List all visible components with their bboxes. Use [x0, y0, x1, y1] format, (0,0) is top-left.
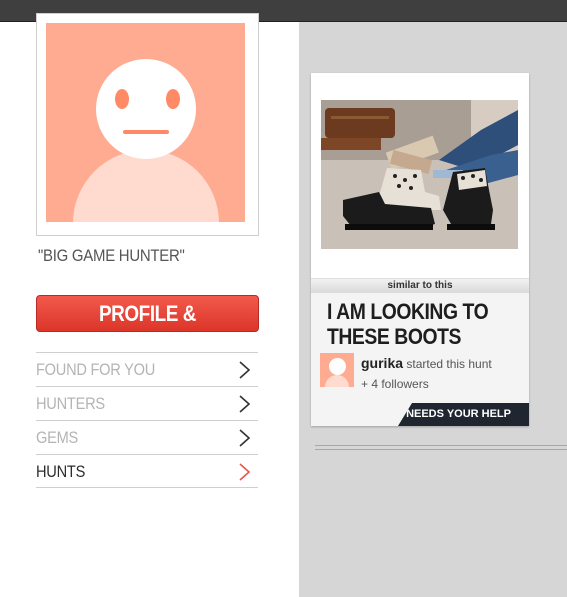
hunt-photo[interactable]: [321, 100, 518, 249]
profile-avatar[interactable]: [36, 13, 259, 236]
nav-item-label: GEMS: [36, 428, 79, 447]
avatar-head: [96, 59, 196, 159]
avatar-body: [73, 150, 219, 222]
username: "BIG GAME HUNTER": [38, 246, 185, 265]
chevron-right-icon: [239, 395, 251, 413]
hunter-avatar[interactable]: [320, 353, 354, 387]
profile-settings-button[interactable]: PROFILE & SETTINGS: [36, 295, 259, 361]
hunter-action: started this hunt: [406, 357, 492, 371]
divider: [315, 445, 567, 446]
nav-item-found-for-you[interactable]: FOUND FOR YOU: [36, 352, 258, 386]
followers-count[interactable]: + 4 followers: [361, 377, 429, 391]
divider: [315, 449, 567, 450]
hunter-avatar-body: [325, 375, 349, 387]
hunt-card-body: I AM LOOKING TO THESE BOOTS gurika start…: [311, 293, 529, 426]
avatar-right-eye: [166, 89, 180, 109]
needs-your-help-button[interactable]: NEEDS YOUR HELP: [398, 403, 529, 426]
similar-to-this-label: similar to this: [311, 278, 529, 293]
nav-item-label: HUNTERS: [36, 394, 105, 413]
chevron-right-icon: [239, 463, 251, 481]
hunter-avatar-head: [329, 358, 346, 375]
hunt-title[interactable]: I AM LOOKING TO THESE BOOTS: [327, 299, 494, 349]
avatar-image: [46, 23, 245, 222]
boots-image: [321, 100, 518, 249]
chevron-right-icon: [239, 361, 251, 379]
nav-item-hunts[interactable]: HUNTS: [36, 454, 258, 488]
nav-item-label: FOUND FOR YOU: [36, 360, 156, 379]
avatar-mouth: [123, 130, 169, 134]
nav-item-label: HUNTS: [36, 462, 86, 481]
hunter-line: gurika started this hunt: [361, 355, 492, 371]
hunter-name-link[interactable]: gurika: [361, 355, 403, 371]
avatar-left-eye: [115, 89, 129, 109]
hunt-card[interactable]: similar to this I AM LOOKING TO THESE BO…: [311, 73, 529, 426]
nav-item-hunters[interactable]: HUNTERS: [36, 386, 258, 420]
nav-item-gems[interactable]: GEMS: [36, 420, 258, 454]
chevron-right-icon: [239, 429, 251, 447]
sidebar-nav: FOUND FOR YOU HUNTERS GEMS HUNTS: [36, 352, 258, 488]
